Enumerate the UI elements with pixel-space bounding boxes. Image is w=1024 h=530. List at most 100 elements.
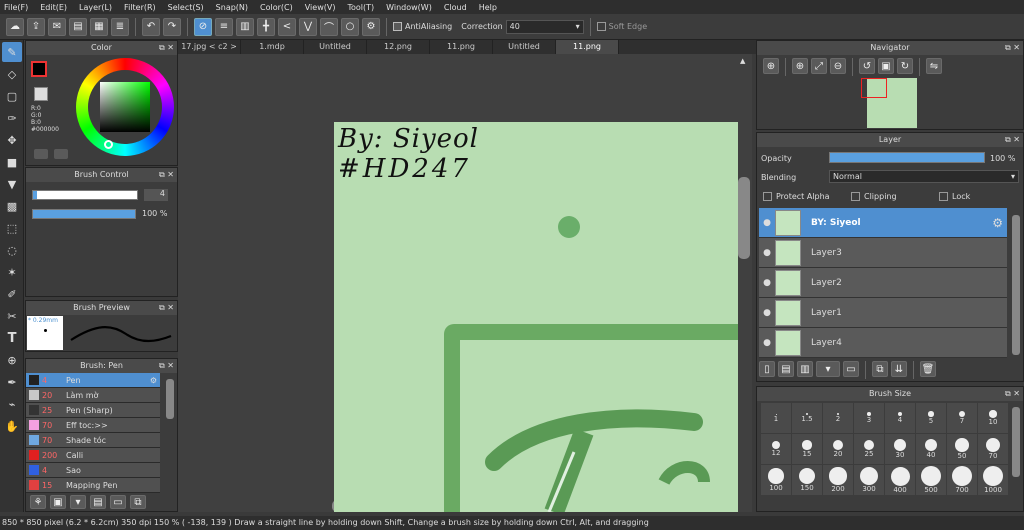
brush-duplicate-icon[interactable]: ⧉ — [130, 495, 146, 509]
menu-item[interactable]: Tool(T) — [347, 3, 374, 12]
document-tab[interactable]: 12.png — [367, 40, 430, 54]
scroll-up-arrow[interactable]: ▲ — [740, 57, 745, 65]
eraser-tool-icon[interactable]: ◇ — [2, 64, 22, 84]
color-mode-button-1[interactable] — [34, 149, 48, 159]
brush-size-cell[interactable]: 20 — [823, 434, 853, 464]
color-mode-button-2[interactable] — [54, 149, 68, 159]
layer-opacity-slider[interactable] — [829, 152, 985, 163]
size-slider[interactable] — [32, 190, 138, 200]
document-tab[interactable]: 17.jpg < c2 > — [178, 40, 241, 54]
brush-size-cell[interactable]: 7 — [947, 403, 977, 433]
brush-size-cell[interactable]: 150 — [792, 465, 822, 495]
brush-size-cell[interactable]: 70 — [978, 434, 1008, 464]
comment-icon[interactable]: ✉ — [48, 17, 66, 36]
eyedropper-icon[interactable]: ⌁ — [2, 394, 22, 414]
brush-size-cell[interactable]: 100 — [761, 465, 791, 495]
eye-icon[interactable]: ● — [759, 338, 775, 348]
snap-parallel-icon[interactable]: ≡ — [215, 17, 233, 36]
layer-row[interactable]: ● Layer1 — [759, 298, 1007, 328]
fit-icon[interactable]: ⤢ — [811, 58, 827, 74]
brush-folder-icon[interactable]: ▭ — [110, 495, 126, 509]
eye-icon[interactable]: ● — [759, 278, 775, 288]
eye-icon[interactable]: ● — [759, 218, 775, 228]
brush-size-cell[interactable]: 1.5 — [792, 403, 822, 433]
popout-icon[interactable]: ⧉ ✕ — [159, 168, 174, 182]
layer-row[interactable]: ● BY: Siyeol ⚙ — [759, 208, 1007, 238]
layer-scrollbar[interactable] — [1012, 215, 1020, 355]
brush-list-item[interactable]: 70 Shade tóc — [26, 433, 160, 448]
new-layer-icon[interactable]: ▯ — [759, 361, 775, 377]
layer-row[interactable]: ● Layer2 — [759, 268, 1007, 298]
folder-icon[interactable]: ▭ — [843, 361, 859, 377]
zoom-in-icon[interactable]: ⊕ — [763, 58, 779, 74]
brush-list-item[interactable]: 70 Eff toc:>> — [26, 418, 160, 433]
move-tool-icon[interactable]: ✥ — [2, 130, 22, 150]
popout-icon[interactable]: ⧉ ✕ — [1005, 133, 1020, 147]
antialias-checkbox[interactable] — [393, 22, 402, 31]
opacity-slider[interactable] — [32, 209, 136, 219]
snap-circle-icon[interactable]: ○ — [341, 17, 359, 36]
merge-layer-icon[interactable]: ⇊ — [891, 361, 907, 377]
snap-radial-icon[interactable]: ⋁ — [299, 17, 317, 36]
brush-size-cell[interactable]: 1 — [761, 403, 791, 433]
saturation-square[interactable] — [100, 82, 150, 132]
brush-add-icon[interactable]: ⚘ — [30, 495, 46, 509]
clipping-checkbox[interactable] — [851, 192, 860, 201]
canvas-vertical-scrollbar[interactable] — [738, 177, 750, 259]
softedge-checkbox[interactable] — [596, 22, 606, 31]
navigator-thumbnail[interactable] — [861, 78, 917, 128]
brush-size-cell[interactable]: 15 — [792, 434, 822, 464]
clipping-option[interactable]: Clipping — [851, 192, 897, 201]
brush-size-cell[interactable]: 500 — [916, 465, 946, 495]
brush-size-cell[interactable]: 3 — [854, 403, 884, 433]
brush-list-scrollbar[interactable] — [166, 379, 174, 419]
document-tab[interactable]: 1.mdp — [241, 40, 304, 54]
protect-alpha-checkbox[interactable] — [763, 192, 772, 201]
shape-tool-icon[interactable]: ■ — [2, 152, 22, 172]
lock-checkbox[interactable] — [939, 192, 948, 201]
rotate-reset-icon[interactable]: ▣ — [878, 58, 894, 74]
select-rect-icon[interactable]: ▢ — [2, 86, 22, 106]
delete-layer-icon[interactable]: 🗑 — [920, 361, 936, 377]
brush-list-item[interactable]: 4 Sao — [26, 463, 160, 478]
protect-alpha-option[interactable]: Protect Alpha — [763, 192, 830, 201]
brush-list-item[interactable]: 20 Làm mờ — [26, 388, 160, 403]
zoom-out-icon[interactable]: ⊖ — [830, 58, 846, 74]
layer-row[interactable]: ● Layer4 — [759, 328, 1007, 358]
brush-size-cell[interactable]: 5 — [916, 403, 946, 433]
document-canvas[interactable]: By: Siyeol #HD247 — [334, 122, 738, 512]
size-value[interactable]: 4 — [144, 189, 168, 201]
popout-icon[interactable]: ⧉ ✕ — [1005, 387, 1020, 401]
new-8bit-layer-icon[interactable]: ▥ — [797, 361, 813, 377]
rotate-right-icon[interactable]: ↻ — [897, 58, 913, 74]
document-tab[interactable]: Untitled — [493, 40, 556, 54]
popout-icon[interactable]: ⧉ ✕ — [1005, 41, 1020, 55]
menu-item[interactable]: Filter(R) — [124, 3, 156, 12]
add-layer-menu-icon[interactable]: ▾ — [816, 361, 840, 377]
snap-grid-icon[interactable]: ▥ — [236, 17, 254, 36]
brush-size-cell[interactable]: 10 — [978, 403, 1008, 433]
brush-size-cell[interactable]: 50 — [947, 434, 977, 464]
brush-size-cell[interactable]: 700 — [947, 465, 977, 495]
cloud-icon[interactable]: ☁ — [6, 17, 24, 36]
new-halftone-layer-icon[interactable]: ▤ — [778, 361, 794, 377]
select-eraser-icon[interactable]: ✂ — [2, 306, 22, 326]
brush-list-item[interactable]: 4 Pen ⚙ — [26, 373, 160, 388]
menu-item[interactable]: File(F) — [4, 3, 28, 12]
brush-size-scrollbar[interactable] — [1012, 407, 1020, 477]
menu-item[interactable]: Cloud — [444, 3, 467, 12]
brush-settings-icon[interactable]: ▾ — [70, 495, 86, 509]
layer-icon[interactable]: ▤ — [69, 17, 87, 36]
lock-option[interactable]: Lock — [939, 192, 970, 201]
zoom-in-2-icon[interactable]: ⊕ — [792, 58, 808, 74]
menu-item[interactable]: Window(W) — [386, 3, 432, 12]
menu-item[interactable]: Help — [479, 3, 497, 12]
gear-icon[interactable]: ⚙ — [150, 376, 157, 385]
snap-curve-icon[interactable]: ⌒ — [320, 17, 338, 36]
dropper-tool-icon[interactable]: ✒ — [2, 372, 22, 392]
list-icon[interactable]: ≣ — [111, 17, 129, 36]
eye-icon[interactable]: ● — [759, 308, 775, 318]
brush-size-cell[interactable]: 25 — [854, 434, 884, 464]
pen-tool-icon[interactable]: ✑ — [2, 108, 22, 128]
layer-row[interactable]: ● Layer3 — [759, 238, 1007, 268]
